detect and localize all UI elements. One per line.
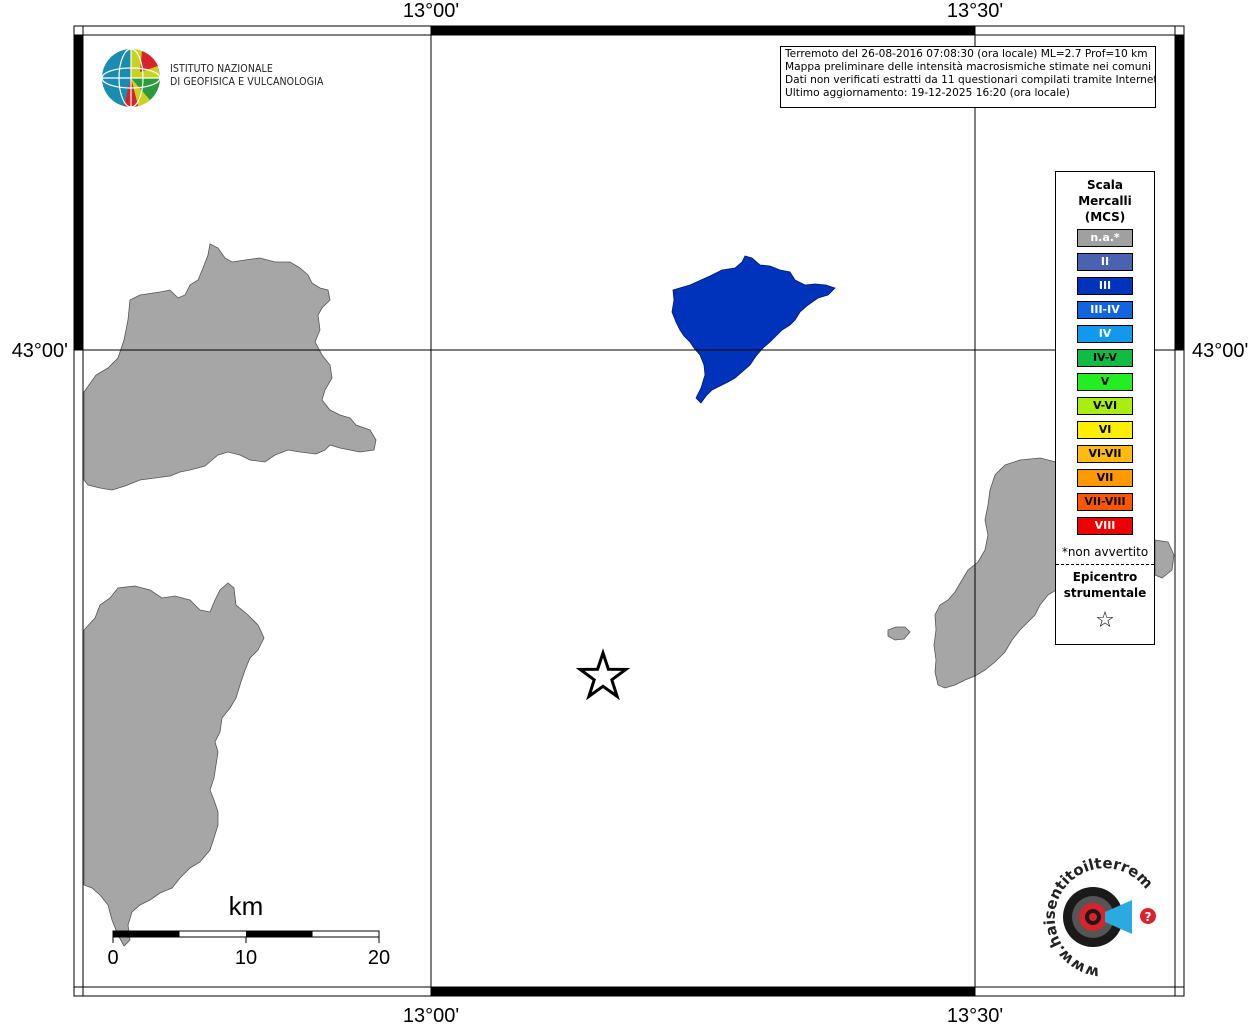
legend-epicenter-line1: Epicentro (1072, 570, 1138, 584)
mcs-legend: Scala Mercalli (MCS) n.a.* II III III-IV IV I… (1055, 171, 1155, 645)
legend-item: VII-VIII (1077, 493, 1133, 511)
axis-label-bottom-13-00: 13°00' (403, 1005, 459, 1024)
legend-separator (1056, 564, 1154, 565)
legend-item: IV (1077, 325, 1133, 343)
earthquake-info-box: Terremoto del 26-08-2016 07:08:30 (ora l… (780, 46, 1156, 108)
legend-item: V-VI (1077, 397, 1133, 415)
legend-star-icon: ☆ (1095, 608, 1115, 633)
info-line-event: Terremoto del 26-08-2016 07:08:30 (ora l… (785, 48, 1148, 60)
legend-item: III (1077, 277, 1133, 295)
axis-label-top-13-00: 13°00' (403, 0, 459, 22)
legend-title: Scala Mercalli (MCS) (1056, 177, 1154, 225)
legend-title-line2: Mercalli (1078, 194, 1132, 208)
ingv-globe-logo (101, 48, 161, 108)
ingv-name-line2: DI GEOFISICA E VULCANOLOGIA (170, 76, 324, 88)
ingv-name: ISTITUTO NAZIONALE DI GEOFISICA E VULCAN… (170, 63, 324, 89)
legend-item: VI-VII (1077, 445, 1133, 463)
axis-label-right-43-00: 43°00' (1192, 340, 1248, 362)
legend-epicenter-line2: strumentale (1063, 586, 1147, 600)
ingv-name-line1: ISTITUTO NAZIONALE (170, 63, 273, 75)
legend-items: n.a.* II III III-IV IV IV-V V V-VI VI VI-VII VII VI… (1056, 229, 1154, 535)
info-line-data-source: Dati non verificati estratti da 11 quest… (785, 74, 1156, 86)
legend-item: III-IV (1077, 301, 1133, 319)
legend-item: VII (1077, 469, 1133, 487)
legend-note: *non avvertito (1061, 545, 1149, 559)
legend-title-line1: Scala (1086, 178, 1124, 192)
legend-item: VI (1077, 421, 1133, 439)
scale-bar-tick-20: 20 (368, 947, 390, 969)
svg-text:?: ? (1145, 910, 1152, 924)
legend-item: VIII (1077, 517, 1133, 535)
axis-label-bottom-13-30: 13°30' (947, 1005, 1003, 1024)
scale-bar-unit: km (229, 891, 264, 921)
legend-item: n.a.* (1077, 229, 1133, 247)
info-line-description: Mappa preliminare delle intensità macros… (785, 61, 1152, 73)
axis-label-left-43-00: 43°00' (12, 340, 68, 362)
scale-bar-tick-10: 10 (235, 947, 257, 969)
legend-epicenter-label: Epicentro strumentale (1056, 569, 1154, 601)
scale-bar-tick-0: 0 (107, 947, 118, 969)
legend-item: II (1077, 253, 1133, 271)
axis-label-top-13-30: 13°30' (947, 0, 1003, 22)
legend-item: IV-V (1077, 349, 1133, 367)
legend-item: V (1077, 373, 1133, 391)
info-line-last-update: Ultimo aggiornamento: 19-12-2025 16:20 (… (785, 87, 1070, 99)
legend-title-line3: (MCS) (1084, 210, 1126, 224)
